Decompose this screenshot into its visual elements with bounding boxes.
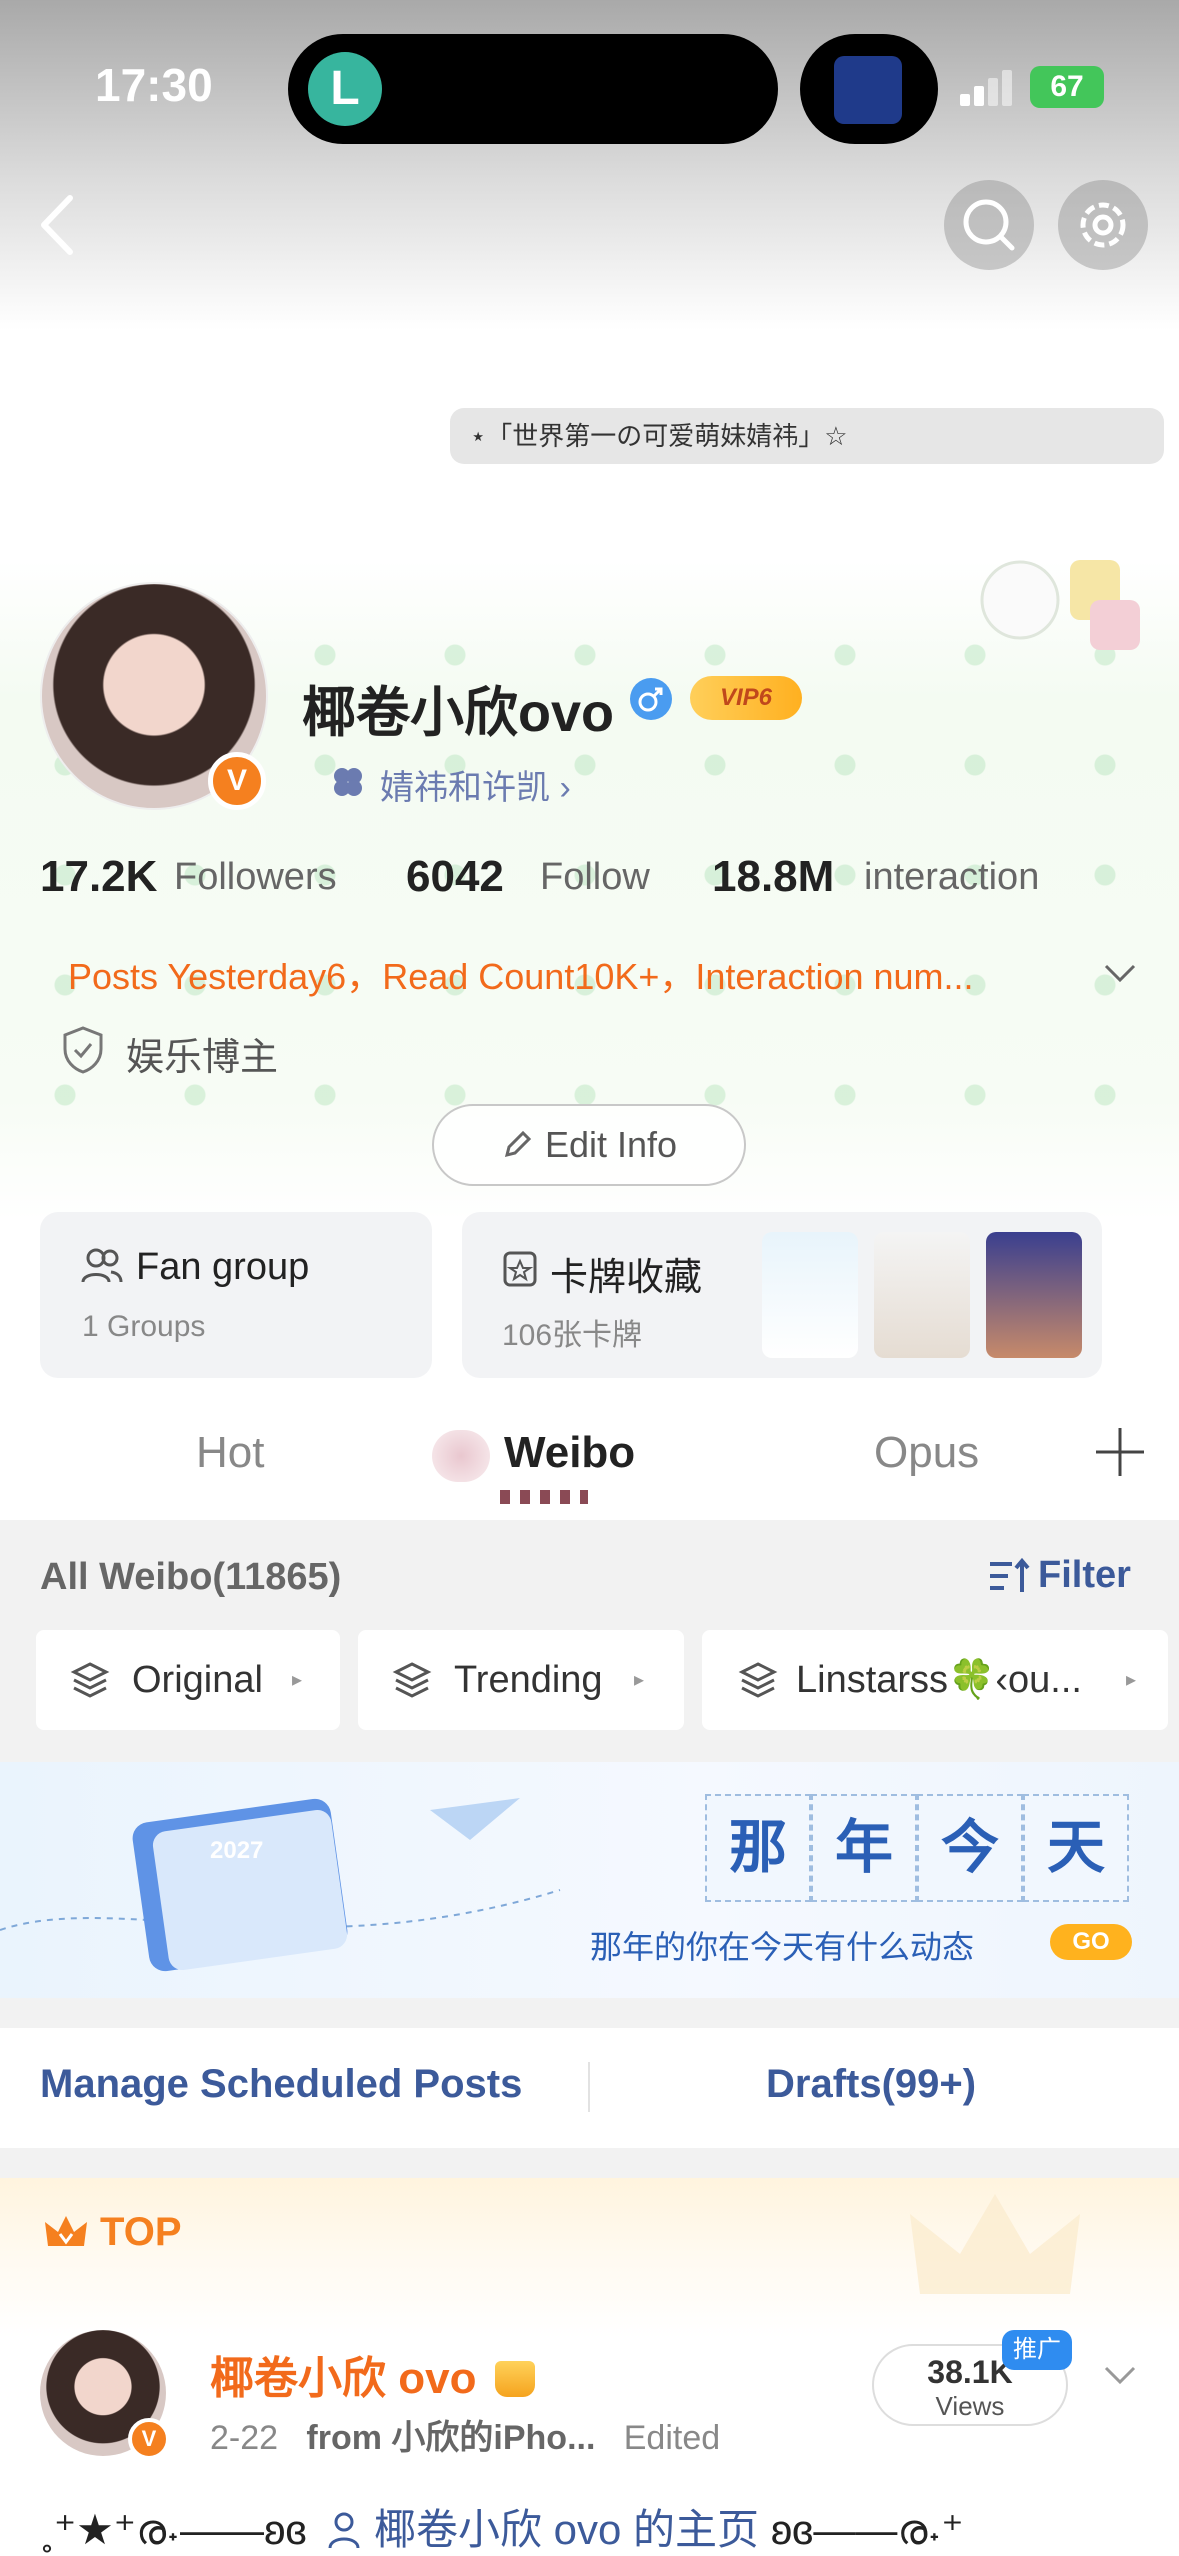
- post-body-prefix: ˳⁺★⁺ര˖——ʚɞ: [40, 2506, 307, 2553]
- card-collection-sub: 106张卡牌: [502, 1319, 643, 1352]
- edit-info-label: Edit Info: [544, 1124, 678, 1165]
- username: 椰卷小欣ovo: [302, 683, 615, 743]
- post-source: from 小欣的iPho...: [306, 2419, 596, 2457]
- post-meta: 2-22 from 小欣的iPho... Edited: [210, 2410, 720, 2459]
- filter-button[interactable]: Filter: [1038, 1554, 1131, 1597]
- banner-char: 年: [811, 1794, 917, 1902]
- status-time: 17:30: [95, 59, 213, 111]
- tab-weibo[interactable]: Weibo: [504, 1428, 635, 1478]
- island-app-icon: L: [308, 52, 382, 126]
- card-thumbnail[interactable]: [762, 1232, 858, 1358]
- post-edited: Edited: [623, 2419, 721, 2457]
- edit-info-button[interactable]: Edit Info: [432, 1104, 746, 1186]
- promote-badge[interactable]: 推广: [1002, 2330, 1072, 2370]
- back-arrow-icon[interactable]: [30, 190, 90, 260]
- battery-icon: 67: [1030, 66, 1104, 108]
- vip-badge[interactable]: VIP6: [690, 676, 802, 720]
- chip-trending[interactable]: Trending ▸: [358, 1630, 684, 1730]
- motto-banner: ⋆「世界第一の可爱萌妹婧祎」☆: [450, 408, 1164, 464]
- post-author-name[interactable]: 椰卷小欣 ovo: [210, 2342, 535, 2406]
- followers-count[interactable]: 17.2K: [40, 852, 157, 902]
- chip-arrow-icon: ▸: [634, 1669, 645, 1691]
- fan-group-title: Fan group: [136, 1246, 310, 1288]
- layers-icon: [70, 1662, 110, 1698]
- tab-opus[interactable]: Opus: [874, 1428, 979, 1478]
- plus-icon[interactable]: [1092, 1424, 1148, 1480]
- post-body[interactable]: ˳⁺★⁺ര˖——ʚɞ 椰卷小欣 ovo 的主页 ʚɞ——ര˖⁺: [40, 2496, 1160, 2556]
- search-button[interactable]: [944, 180, 1034, 270]
- crown-watermark-icon: [910, 2194, 1080, 2294]
- chip-original[interactable]: Original ▸: [36, 1630, 340, 1730]
- layers-icon: [392, 1662, 432, 1698]
- chip-trending-label: Trending: [454, 1659, 603, 1701]
- banner-title-grid: 那 年 今 天: [705, 1794, 1129, 1902]
- island-secondary-app-icon: [834, 56, 902, 124]
- filter-icon: [990, 1557, 1030, 1592]
- posts-summary[interactable]: Posts Yesterday6，Read Count10K+，Interact…: [68, 948, 1048, 1000]
- divider: [588, 2062, 590, 2112]
- chip-arrow-icon: ▸: [292, 1669, 303, 1691]
- post-profile-link[interactable]: 椰卷小欣 ovo 的主页: [374, 2506, 759, 2553]
- card-thumbnail[interactable]: [874, 1232, 970, 1358]
- banner-subtitle: 那年的你在今天有什么动态: [590, 1928, 975, 1966]
- shield-icon: [63, 1026, 103, 1074]
- chip-group[interactable]: Linstarss🍀‹ou... ▸: [702, 1630, 1168, 1730]
- fan-group-card[interactable]: [40, 1212, 432, 1378]
- chevron-down-icon[interactable]: [1100, 2354, 1140, 2394]
- signal-icon: [960, 70, 1012, 106]
- crown-icon: [45, 2216, 87, 2246]
- active-tab-indicator: [500, 1490, 588, 1504]
- chip-original-label: Original: [132, 1659, 263, 1701]
- banner-char: 天: [1023, 1794, 1129, 1902]
- post-author-name-text: 椰卷小欣 ovo: [210, 2354, 477, 2403]
- pencil-icon: [504, 1130, 532, 1158]
- clover-icon: [334, 768, 362, 796]
- post-date: 2-22: [210, 2419, 279, 2457]
- people-icon: [81, 1248, 123, 1283]
- post-body-suffix: ʚɞ——ര˖⁺: [770, 2506, 964, 2553]
- card-collection-title: 卡牌收藏: [550, 1257, 703, 1299]
- person-icon: [328, 2512, 360, 2549]
- all-weibo-count: All Weibo(11865): [40, 1556, 342, 1598]
- interaction-count: 18.8M: [712, 852, 835, 901]
- search-icon: [963, 199, 1015, 251]
- banner-char: 今: [917, 1794, 1023, 1902]
- follow-count[interactable]: 6042: [406, 852, 504, 902]
- manage-scheduled-posts-button[interactable]: Manage Scheduled Posts: [40, 2062, 522, 2107]
- sticker-decoration-icon: [980, 560, 1140, 650]
- fan-group-sub: 1 Groups: [82, 1310, 206, 1343]
- follow-label[interactable]: Follow: [540, 856, 650, 899]
- male-icon: [630, 678, 672, 720]
- tab-hot[interactable]: Hot: [196, 1428, 264, 1478]
- drafts-button[interactable]: Drafts(99+): [766, 2062, 976, 2107]
- chevron-down-icon[interactable]: [1100, 952, 1140, 992]
- vip-crown-icon: [494, 2361, 535, 2397]
- card-icon: [503, 1251, 537, 1287]
- layers-icon: [738, 1662, 778, 1698]
- interaction-label: interaction: [864, 856, 1040, 898]
- calendar-year: 2027: [210, 1837, 263, 1864]
- card-thumbnail[interactable]: [986, 1232, 1082, 1358]
- gear-icon: [1080, 202, 1126, 248]
- post-verified-badge: V: [128, 2418, 170, 2460]
- top-label: TOP: [100, 2210, 182, 2254]
- followers-label[interactable]: Followers: [174, 856, 337, 899]
- chip-group-label: Linstarss🍀‹ou...: [796, 1659, 1082, 1701]
- verified-badge: V: [208, 752, 266, 810]
- tab-weibo-sticker-icon: [432, 1430, 490, 1482]
- profile-tag: 娱乐博主: [126, 1037, 279, 1079]
- banner-char: 那: [705, 1794, 811, 1902]
- chip-arrow-icon: ▸: [1126, 1669, 1137, 1691]
- relation-link[interactable]: 婧祎和许凯 ›: [380, 760, 571, 809]
- settings-button[interactable]: [1058, 180, 1148, 270]
- banner-go-button[interactable]: GO: [1050, 1924, 1132, 1960]
- views-label: Views: [935, 2391, 1005, 2421]
